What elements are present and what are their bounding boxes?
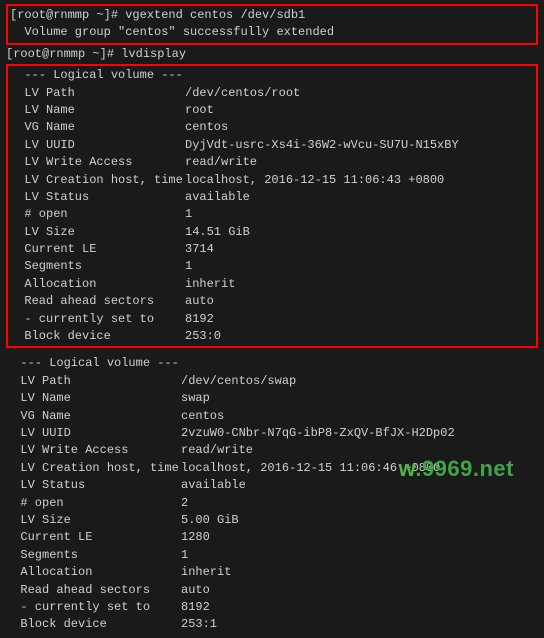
lv-property-row: Segments1 — [10, 258, 534, 275]
lv-property-value: /dev/centos/swap — [181, 373, 538, 390]
lv-property-value: auto — [181, 582, 538, 599]
lv-property-label: Segments — [6, 547, 181, 564]
lv-property-value: centos — [181, 408, 538, 425]
lv-property-value: DyjVdt-usrc-Xs4i-36W2-wVcu-SU7U-N15xBY — [185, 137, 534, 154]
lv-property-label: Allocation — [6, 564, 181, 581]
lv-property-row: - currently set to8192 — [6, 599, 538, 616]
lv-property-row: # open1 — [10, 206, 534, 223]
command-output-1: Volume group "centos" successfully exten… — [10, 24, 534, 41]
lv-property-row: Current LE3714 — [10, 241, 534, 258]
lv-property-value: read/write — [185, 154, 534, 171]
lv-property-label: LV Path — [6, 373, 181, 390]
lv-property-label: LV Size — [10, 224, 185, 241]
lv-property-value: 253:0 — [185, 328, 534, 345]
lv-property-value: 8192 — [181, 599, 538, 616]
lv-property-value: 5.00 GiB — [181, 512, 538, 529]
lv-property-value: /dev/centos/root — [185, 85, 534, 102]
lv-property-row: LV Write Accessread/write — [10, 154, 534, 171]
lv-property-row: LV UUIDDyjVdt-usrc-Xs4i-36W2-wVcu-SU7U-N… — [10, 137, 534, 154]
lv-property-label: LV Name — [10, 102, 185, 119]
lv-property-label: LV Name — [6, 390, 181, 407]
lv-property-row: Read ahead sectorsauto — [6, 582, 538, 599]
lv-property-row: Allocationinherit — [10, 276, 534, 293]
lv-property-label: Block device — [6, 616, 181, 633]
lv-property-label: Read ahead sectors — [10, 293, 185, 310]
lv-property-row: # open2 — [6, 495, 538, 512]
lv-property-value: 1280 — [181, 529, 538, 546]
lv1-rows: LV Path/dev/centos/root LV Nameroot VG N… — [10, 85, 534, 346]
lv-property-label: LV Status — [6, 477, 181, 494]
lv-property-label: LV Write Access — [6, 442, 181, 459]
lv-property-label: Current LE — [10, 241, 185, 258]
lv-property-value: inherit — [181, 564, 538, 581]
highlight-box-command1: [root@rnmmp ~]# vgextend centos /dev/sdb… — [6, 4, 538, 45]
command-line-1: [root@rnmmp ~]# vgextend centos /dev/sdb… — [10, 7, 534, 24]
command-text: lvdisplay — [121, 47, 186, 61]
lv-property-row: LV Path/dev/centos/swap — [6, 373, 538, 390]
lv-property-label: LV Write Access — [10, 154, 185, 171]
lv-property-row: Current LE1280 — [6, 529, 538, 546]
lv-property-label: VG Name — [10, 119, 185, 136]
shell-prompt: [root@rnmmp ~]# — [6, 47, 121, 61]
lv-property-value: 1 — [181, 547, 538, 564]
lv-property-label: Allocation — [10, 276, 185, 293]
lv-property-label: LV Creation host, time — [10, 172, 185, 189]
lv-property-row: VG Namecentos — [6, 408, 538, 425]
lv-property-row: VG Namecentos — [10, 119, 534, 136]
lv-property-value: localhost, 2016-12-15 11:06:43 +0800 — [185, 172, 534, 189]
lv-property-row: LV Nameroot — [10, 102, 534, 119]
command-text: vgextend centos /dev/sdb1 — [125, 8, 305, 22]
lv-property-value: 8192 — [185, 311, 534, 328]
lv-property-row: - currently set to8192 — [10, 311, 534, 328]
lv-property-value: 3714 — [185, 241, 534, 258]
highlight-box-lv1: --- Logical volume --- LV Path/dev/cento… — [6, 64, 538, 348]
lv-property-label: Block device — [10, 328, 185, 345]
terminal-output: [root@rnmmp ~]# vgextend centos /dev/sdb… — [0, 0, 544, 638]
lv-property-value: 253:1 — [181, 616, 538, 633]
lv-property-label: LV Creation host, time — [6, 460, 181, 477]
lv-property-value: centos — [185, 119, 534, 136]
lv-property-value: 1 — [185, 206, 534, 223]
lv-property-row: Block device253:1 — [6, 616, 538, 633]
lv-property-value: auto — [185, 293, 534, 310]
lv-property-row: LV Statusavailable — [10, 189, 534, 206]
lv-property-value: 1 — [185, 258, 534, 275]
lv-property-value: 2 — [181, 495, 538, 512]
watermark-text: w.9969.net — [399, 456, 514, 482]
lv-property-value: 14.51 GiB — [185, 224, 534, 241]
lv-property-label: Segments — [10, 258, 185, 275]
lv-property-row: Allocationinherit — [6, 564, 538, 581]
lv-property-row: LV Size5.00 GiB — [6, 512, 538, 529]
lv-property-row: Read ahead sectorsauto — [10, 293, 534, 310]
lv-property-row: Segments1 — [6, 547, 538, 564]
lv-heading: --- Logical volume --- — [10, 67, 534, 84]
lv-heading: --- Logical volume --- — [6, 355, 538, 372]
lv-property-label: - currently set to — [6, 599, 181, 616]
lv-property-value: root — [185, 102, 534, 119]
lv-property-label: LV Path — [10, 85, 185, 102]
lv-property-row: LV Creation host, timelocalhost, 2016-12… — [10, 172, 534, 189]
shell-prompt: [root@rnmmp ~]# — [10, 8, 125, 22]
lv-property-row: Block device253:0 — [10, 328, 534, 345]
lv-property-label: LV Size — [6, 512, 181, 529]
lv-property-value: available — [185, 189, 534, 206]
lv-property-value: inherit — [185, 276, 534, 293]
lv-property-label: # open — [10, 206, 185, 223]
lv-property-label: Current LE — [6, 529, 181, 546]
lv-property-value: 2vzuW0-CNbr-N7qG-ibP8-ZxQV-BfJX-H2Dp02 — [181, 425, 538, 442]
lv-property-row: LV Path/dev/centos/root — [10, 85, 534, 102]
lv-property-value: swap — [181, 390, 538, 407]
command-line-2: [root@rnmmp ~]# lvdisplay — [6, 46, 538, 63]
lv-property-label: LV UUID — [6, 425, 181, 442]
lv-property-row: LV Nameswap — [6, 390, 538, 407]
lv-property-label: - currently set to — [10, 311, 185, 328]
lv-property-row: LV UUID2vzuW0-CNbr-N7qG-ibP8-ZxQV-BfJX-H… — [6, 425, 538, 442]
lv-property-label: Read ahead sectors — [6, 582, 181, 599]
lv-property-label: # open — [6, 495, 181, 512]
lv-property-label: LV UUID — [10, 137, 185, 154]
lv-property-row: LV Size14.51 GiB — [10, 224, 534, 241]
lv-property-label: LV Status — [10, 189, 185, 206]
lv-property-label: VG Name — [6, 408, 181, 425]
lv2-rows: LV Path/dev/centos/swap LV Nameswap VG N… — [6, 373, 538, 634]
